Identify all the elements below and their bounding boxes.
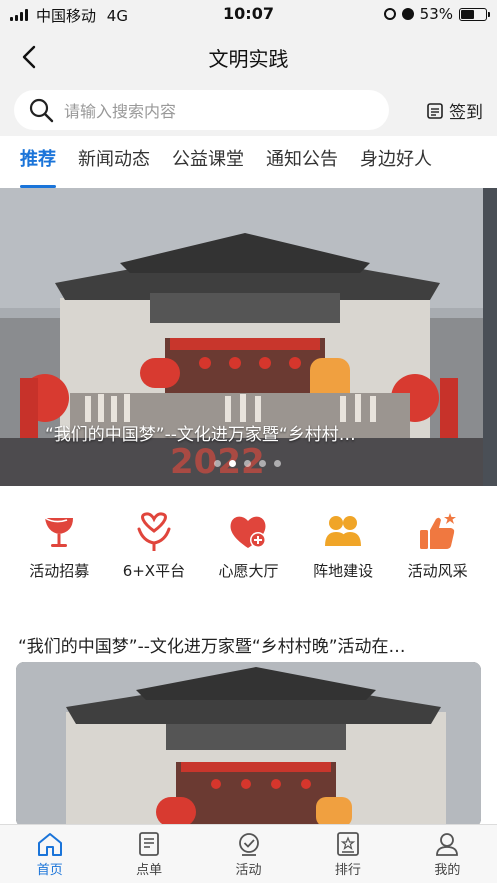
banner-caption[interactable]: “我们的中国梦”--文化进万家暨“乡村村… [45,420,445,445]
tabbar-activity[interactable]: 活动 [199,825,298,883]
search-icon [29,98,54,123]
alarm-icon [401,8,414,20]
tabbar-label: 首页 [36,863,63,878]
heart-plus-icon [226,510,270,554]
search-input[interactable]: 请输入搜索内容 [14,90,389,130]
banner-next-slide [483,188,497,486]
ranking-star-icon [337,832,359,856]
rotation-lock-icon [383,8,396,20]
battery-fill [461,9,474,19]
battery-percent: 53% [419,5,453,23]
quick-link-site-construction[interactable]: 阵地建设 [298,510,388,600]
status-indicators: 53% [383,5,490,23]
tabbar-label: 活动 [235,863,262,878]
category-tabs: 推荐 新闻动态 公益课堂 通知公告 身边好人 [0,136,497,188]
nav-bar: 文明实践 [0,30,497,84]
tabbar-label: 我的 [434,863,461,878]
tabbar-label: 排行 [334,863,361,878]
tabbar-label: 点单 [136,863,163,878]
quick-link-label: 活动风采 [407,562,468,580]
search-row: 请输入搜索内容 签到 [0,84,497,136]
quick-link-label: 心愿大厅 [218,562,279,580]
tab-news[interactable]: 新闻动态 [78,136,150,188]
home-icon [37,833,62,856]
checkin-label: 签到 [449,103,483,123]
calendar-icon [427,103,443,119]
article-image [16,662,481,827]
quick-link-label: 活动招募 [29,562,90,580]
quick-link-6x-platform[interactable]: 6+X平台 [109,510,199,600]
tab-good-people[interactable]: 身边好人 [360,136,432,188]
tabbar-home[interactable]: 首页 [0,825,99,883]
tab-notices[interactable]: 通知公告 [266,136,338,188]
carousel-dot[interactable] [214,460,221,467]
bottom-tab-bar: 首页 点单 活动 排行 我的 [0,824,497,883]
carousel-dot[interactable] [229,460,236,467]
people-icon [321,510,365,554]
checkin-button[interactable]: 签到 [427,98,483,123]
quick-link-recruit[interactable]: 活动招募 [14,510,104,600]
search-placeholder: 请输入搜索内容 [64,102,177,121]
heart-hands-icon [132,510,176,554]
thumbs-up-icon [416,510,460,554]
carousel-dot[interactable] [259,460,266,467]
tabbar-order[interactable]: 点单 [99,825,198,883]
tab-public-class[interactable]: 公益课堂 [172,136,244,188]
article-title[interactable]: “我们的中国梦”--文化进万家暨“乡村村晚”活动在… [18,632,463,657]
tab-recommend[interactable]: 推荐 [20,136,56,188]
wine-glass-icon [37,510,81,554]
status-bar: 中国移动 4G 10:07 53% [0,0,497,30]
page-title: 文明实践 [208,47,289,71]
user-icon [436,833,459,856]
check-badge-icon [238,833,259,856]
carousel-indicators [214,460,281,467]
carousel-dot[interactable] [244,460,251,467]
tabbar-ranking[interactable]: 排行 [298,825,397,883]
tabbar-mine[interactable]: 我的 [398,825,497,883]
quick-link-label: 阵地建设 [313,562,374,580]
battery-icon [459,7,490,21]
carousel-dot[interactable] [274,460,281,467]
quick-links: 活动招募 6+X平台 心愿大厅 阵地建设 活动风采 [0,510,497,600]
article-thumbnail[interactable] [16,662,481,827]
document-icon [139,832,160,856]
quick-link-activity-gallery[interactable]: 活动风采 [393,510,483,600]
quick-link-label: 6+X平台 [122,562,186,580]
quick-link-wish-hall[interactable]: 心愿大厅 [203,510,293,600]
